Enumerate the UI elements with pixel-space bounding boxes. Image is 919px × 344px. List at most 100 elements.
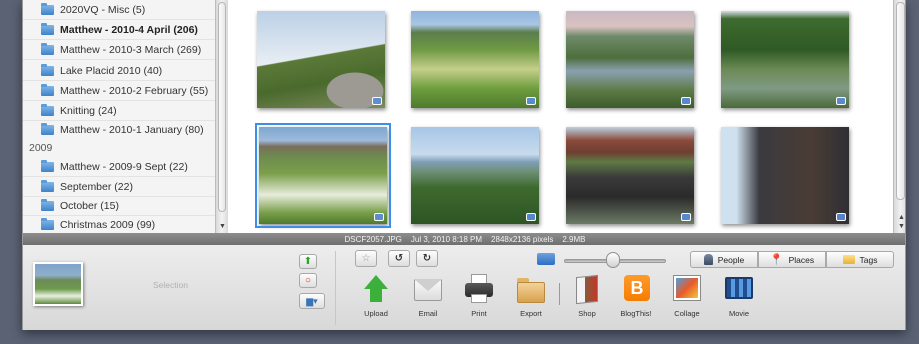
- sidebar-scroll-thumb[interactable]: [218, 2, 226, 212]
- shop-button[interactable]: Shop: [561, 273, 613, 329]
- photo-thumbnail[interactable]: [721, 127, 849, 224]
- status-date: Jul 3, 2010 8:18 PM: [410, 234, 483, 244]
- people-label: People: [717, 254, 745, 265]
- photo-thumbnail[interactable]: [411, 11, 539, 108]
- folder-item[interactable]: October (15): [23, 196, 215, 215]
- export-label: Export: [520, 309, 542, 318]
- sync-badge-icon: [836, 213, 846, 221]
- clear-circle-icon: ○: [304, 275, 312, 286]
- star-icon: ☆: [361, 253, 371, 264]
- blogthis-button[interactable]: B BlogThis!: [610, 273, 662, 329]
- status-filename: DSCF2057.JPG: [344, 234, 402, 244]
- rotate-right-button[interactable]: ↻: [416, 250, 438, 267]
- upload-button[interactable]: Upload: [350, 273, 402, 329]
- folder-item[interactable]: Knitting (24): [23, 101, 215, 120]
- rotate-right-icon: ↻: [422, 253, 432, 264]
- folder-item[interactable]: Christmas 2009 (99): [23, 215, 215, 233]
- sync-badge-icon: [526, 213, 536, 221]
- grid-scroll-thumb[interactable]: [896, 2, 905, 200]
- picasa-window: 2020VQ - Misc (5) Matthew - 2010-4 April…: [22, 0, 906, 330]
- scroll-down-arrow-icon[interactable]: ▼: [898, 223, 905, 230]
- folder-item[interactable]: Matthew - 2009-9 Sept (22): [23, 157, 215, 176]
- folder-icon: [41, 63, 54, 76]
- blogthis-label: BlogThis!: [620, 309, 652, 318]
- rotate-left-icon: ↺: [394, 253, 404, 264]
- sidebar-scrollbar[interactable]: ▼: [215, 0, 228, 233]
- sync-badge-icon: [374, 213, 384, 221]
- people-button[interactable]: People: [690, 251, 758, 268]
- hold-selection-button[interactable]: ⬆: [299, 254, 317, 269]
- photo-thumbnail-selected[interactable]: [255, 123, 391, 228]
- folder-item[interactable]: September (22): [23, 177, 215, 196]
- sync-badge-icon: [526, 97, 536, 105]
- tag-icon: [842, 255, 855, 264]
- upload-label: Upload: [364, 309, 388, 318]
- collage-label: Collage: [674, 309, 700, 318]
- folder-item[interactable]: Matthew - 2010-4 April (206): [23, 20, 215, 39]
- add-to-album-button[interactable]: ▆▾: [299, 293, 325, 309]
- photo-thumbnail[interactable]: [411, 127, 539, 224]
- folder-label: Lake Placid 2010 (40): [60, 64, 163, 77]
- places-button[interactable]: 📍 Places: [758, 251, 826, 268]
- folder-label: Matthew - 2010-4 April (206): [60, 23, 198, 36]
- shop-label: Shop: [578, 309, 596, 318]
- folder-item[interactable]: Matthew - 2010-3 March (269): [23, 40, 215, 59]
- email-label: Email: [418, 309, 438, 318]
- folder-label: Matthew - 2010-1 January (80): [60, 123, 204, 136]
- folder-item[interactable]: Matthew - 2010-1 January (80): [23, 120, 215, 139]
- green-pin-icon: ⬆: [303, 256, 313, 267]
- photo-thumbnail[interactable]: [566, 11, 694, 108]
- clear-selection-button[interactable]: ○: [299, 273, 317, 288]
- collage-icon: [670, 273, 704, 305]
- print-icon: [462, 273, 496, 305]
- status-dimensions: 2848x2136 pixels: [491, 234, 554, 244]
- collage-button[interactable]: Collage: [661, 273, 713, 329]
- folder-label: 2020VQ - Misc (5): [60, 3, 146, 16]
- folder-item[interactable]: 2020VQ - Misc (5): [23, 0, 215, 19]
- email-button[interactable]: Email: [402, 273, 454, 329]
- sync-badge-icon: [681, 213, 691, 221]
- photo-info-bar: DSCF2057.JPG Jul 3, 2010 8:18 PM 2848x21…: [23, 233, 905, 245]
- photo-grid: [228, 0, 893, 233]
- places-label: Places: [788, 254, 815, 265]
- folder-label: Matthew - 2009-9 Sept (22): [60, 160, 188, 173]
- selection-label: Selection: [153, 280, 188, 290]
- folder-icon: [41, 198, 54, 211]
- folder-icon: [41, 22, 54, 35]
- rotate-left-button[interactable]: ↺: [388, 250, 410, 267]
- photo-thumbnail[interactable]: [257, 11, 385, 108]
- folder-icon: [41, 122, 54, 135]
- selection-thumbnail[interactable]: [33, 262, 83, 306]
- movie-button[interactable]: Movie: [713, 273, 765, 329]
- folder-item[interactable]: Lake Placid 2010 (40): [23, 61, 215, 80]
- sync-badge-icon: [681, 97, 691, 105]
- print-button[interactable]: Print: [453, 273, 505, 329]
- upload-icon: [359, 273, 393, 305]
- folder-icon: [41, 217, 54, 230]
- scroll-up-arrow-icon[interactable]: ▲: [898, 214, 905, 221]
- folder-icon: [41, 42, 54, 55]
- folder-label: Christmas 2009 (99): [60, 218, 156, 231]
- folder-item[interactable]: Matthew - 2010-2 February (55): [23, 81, 215, 100]
- folder-label: Matthew - 2010-2 February (55): [60, 84, 209, 97]
- scroll-down-arrow-icon[interactable]: ▼: [219, 223, 226, 230]
- person-icon: [703, 254, 713, 265]
- export-button[interactable]: Export: [505, 273, 557, 329]
- photo-thumbnail[interactable]: [566, 127, 694, 224]
- folder-icon: [41, 2, 54, 15]
- folder-label: September (22): [60, 180, 133, 193]
- movie-icon: [722, 273, 756, 305]
- shop-icon: [570, 273, 604, 305]
- star-button[interactable]: ☆: [355, 250, 377, 267]
- thumbnail-size-slider-knob[interactable]: [606, 252, 620, 268]
- sync-badge-icon: [836, 97, 846, 105]
- email-icon: [411, 273, 445, 305]
- grid-scrollbar[interactable]: ▲ ▼: [893, 0, 905, 233]
- folder-sidebar: 2020VQ - Misc (5) Matthew - 2010-4 April…: [23, 0, 215, 233]
- photo-tray: Selection ⬆ ○ ▆▾ ☆ ↺ ↻ People 📍 Places T…: [23, 245, 905, 330]
- folder-icon: [41, 103, 54, 116]
- folder-icon: [41, 83, 54, 96]
- movie-label: Movie: [728, 309, 749, 318]
- photo-thumbnail[interactable]: [721, 11, 849, 108]
- tags-button[interactable]: Tags: [826, 251, 894, 268]
